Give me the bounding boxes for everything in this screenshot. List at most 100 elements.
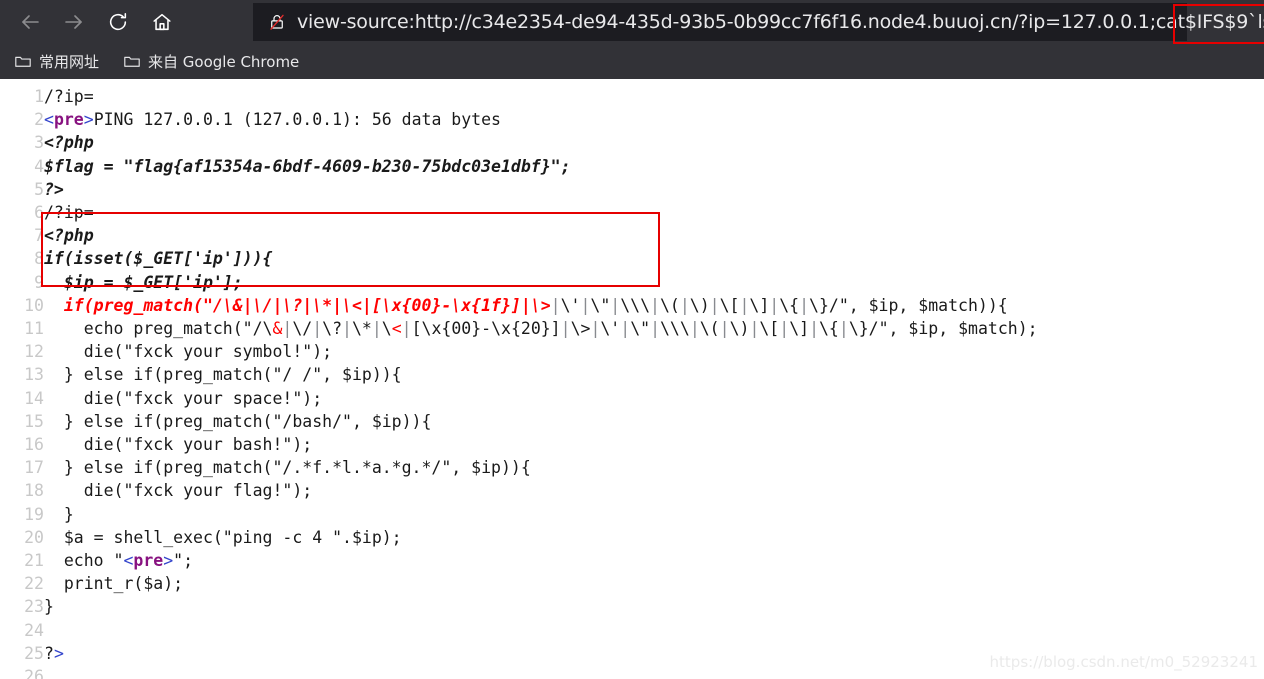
line-content (44, 665, 1038, 679)
code-line: 23 } (0, 595, 1038, 618)
flag-value: flag{af15354a-6bdf-4609-b230-75bdc03e1db… (133, 156, 551, 176)
source-code-table: 1 /?ip= 2 <pre>PING 127.0.0.1 (127.0.0.1… (0, 85, 1038, 679)
code-line: 6 /?ip= (0, 201, 1038, 224)
code-line: 2 <pre>PING 127.0.0.1 (127.0.0.1): 56 da… (0, 108, 1038, 131)
line-number: 21 (24, 551, 44, 571)
line-content: echo preg_match("/\&|\/|\?|\*|\<|[\x{00}… (44, 319, 1038, 339)
line-content: print_r($a); (44, 574, 184, 594)
line-number: 15 (24, 411, 44, 431)
arrow-right-icon (62, 10, 86, 34)
line-number: 20 (24, 527, 44, 547)
line-content-red-part: if(preg_match("/\&|\/|\?|\*|\<|[\x{00}-\… (63, 295, 551, 315)
line-number: 10 (24, 295, 44, 315)
forward-button[interactable] (52, 0, 96, 44)
code-line: 19 } (0, 503, 1038, 526)
home-icon (151, 11, 173, 33)
line-number: 11 (24, 319, 44, 339)
code-line: 8 if(isset($_GET['ip'])){ (0, 247, 1038, 270)
code-line: 14 die("fxck your space!"); (0, 387, 1038, 410)
line-content: die("fxck your symbol!"); (44, 342, 333, 362)
folder-icon (123, 54, 141, 70)
tag-bracket: < (123, 551, 134, 571)
line-number: 12 (24, 342, 44, 362)
code-line: 17 } else if(preg_match("/.*f.*l.*a.*g.*… (0, 456, 1038, 479)
code-line: 15 } else if(preg_match("/bash/", $ip)){ (0, 410, 1038, 433)
line-content: ?> (44, 643, 64, 663)
bookmarks-bar: 常用网址 来自 Google Chrome (0, 44, 1264, 79)
bookmark-label: 来自 Google Chrome (148, 53, 300, 71)
source-code-body: 1 /?ip= 2 <pre>PING 127.0.0.1 (127.0.0.1… (0, 85, 1038, 679)
line-content: $ip = $_GET['ip']; (44, 272, 243, 292)
line-content: if(isset($_GET['ip'])){ (44, 249, 273, 269)
line-content: die("fxck your bash!"); (44, 435, 313, 455)
line-number: 26 (24, 667, 44, 679)
line-content: die("fxck your space!"); (44, 388, 323, 408)
tag-name: pre (133, 551, 164, 571)
code-line: 18 die("fxck your flag!"); (0, 479, 1038, 502)
line-content: } (44, 597, 54, 617)
view-source-content[interactable]: 1 /?ip= 2 <pre>PING 127.0.0.1 (127.0.0.1… (0, 79, 1264, 679)
code-line: 16 die("fxck your bash!"); (0, 433, 1038, 456)
not-secure-lock-icon[interactable] (267, 12, 287, 32)
line-number: 1 (34, 87, 44, 106)
bookmark-item-changyongwangzhi[interactable]: 常用网址 (10, 49, 103, 74)
code-line: 1 /?ip= (0, 85, 1038, 108)
code-line: 10 if(preg_match("/\&|\/|\?|\*|\<|[\x{00… (0, 294, 1038, 317)
line-content: echo "<pre>"; (44, 551, 194, 571)
code-line: 3 <?php (0, 131, 1038, 154)
line-number: 14 (24, 388, 44, 408)
address-bar[interactable]: view-source:http://c34e2354-de94-435d-93… (253, 3, 1264, 41)
line-content: <?php (44, 133, 94, 153)
line-content: ?> (44, 179, 64, 199)
line-number: 16 (24, 435, 44, 455)
line-number: 13 (24, 365, 44, 385)
code-line: 5 ?> (0, 178, 1038, 201)
bookmark-item-from-google-chrome[interactable]: 来自 Google Chrome (119, 49, 303, 74)
code-line: 12 die("fxck your symbol!"); (0, 340, 1038, 363)
code-line: 24 (0, 619, 1038, 642)
tag-name: pre (53, 110, 84, 130)
reload-icon (107, 11, 129, 33)
line-number: 7 (34, 226, 44, 246)
line-number: 19 (24, 504, 44, 524)
line-content: <pre>PING 127.0.0.1 (127.0.0.1): 56 data… (44, 108, 1038, 131)
folder-icon (14, 54, 32, 70)
line-number: 6 (34, 203, 44, 223)
line-number: 5 (34, 179, 44, 199)
code-line: 7 <?php (0, 224, 1038, 247)
line-number: 9 (34, 272, 44, 292)
code-line: 20 $a = shell_exec("ping -c 4 ".$ip); (0, 526, 1038, 549)
line-content: <?php (44, 226, 94, 246)
line-number: 4 (34, 156, 44, 176)
tag-bracket: > (53, 643, 64, 663)
line-content: } else if(preg_match("/bash/", $ip)){ (44, 411, 432, 431)
line-number: 3 (34, 133, 44, 153)
line-number: 24 (24, 620, 44, 640)
code-line: 9 $ip = $_GET['ip']; (0, 271, 1038, 294)
bookmark-label: 常用网址 (39, 53, 100, 71)
reload-button[interactable] (96, 0, 140, 44)
line-content: } else if(preg_match("/.*f.*l.*a.*g.*/",… (44, 458, 531, 478)
line-content: $a = shell_exec("ping -c 4 ".$ip); (44, 527, 402, 547)
line-number: 2 (34, 110, 44, 130)
line-number: 23 (24, 597, 44, 617)
code-line: 11 echo preg_match("/\&|\/|\?|\*|\<|[\x{… (0, 317, 1038, 340)
line-number: 18 (24, 481, 44, 501)
tag-bracket: > (83, 110, 94, 130)
line-number: 8 (34, 249, 44, 269)
line-content: /?ip= (44, 87, 94, 106)
home-button[interactable] (140, 0, 184, 44)
code-line: 22 print_r($a); (0, 572, 1038, 595)
url-text-base: view-source:http://c34e2354-de94-435d-93… (297, 11, 1013, 33)
line-content: } (44, 504, 74, 524)
back-button[interactable] (8, 0, 52, 44)
line-content: /?ip= (44, 203, 94, 223)
line-number: 22 (24, 574, 44, 594)
browser-chrome: view-source:http://c34e2354-de94-435d-93… (0, 0, 1264, 79)
ping-output-text: PING 127.0.0.1 (127.0.0.1): 56 data byte… (93, 110, 501, 130)
line-number: 17 (24, 458, 44, 478)
code-line: 25 ?> (0, 642, 1038, 665)
line-number: 25 (24, 643, 44, 663)
tag-bracket: > (163, 551, 174, 571)
line-content (44, 619, 1038, 642)
